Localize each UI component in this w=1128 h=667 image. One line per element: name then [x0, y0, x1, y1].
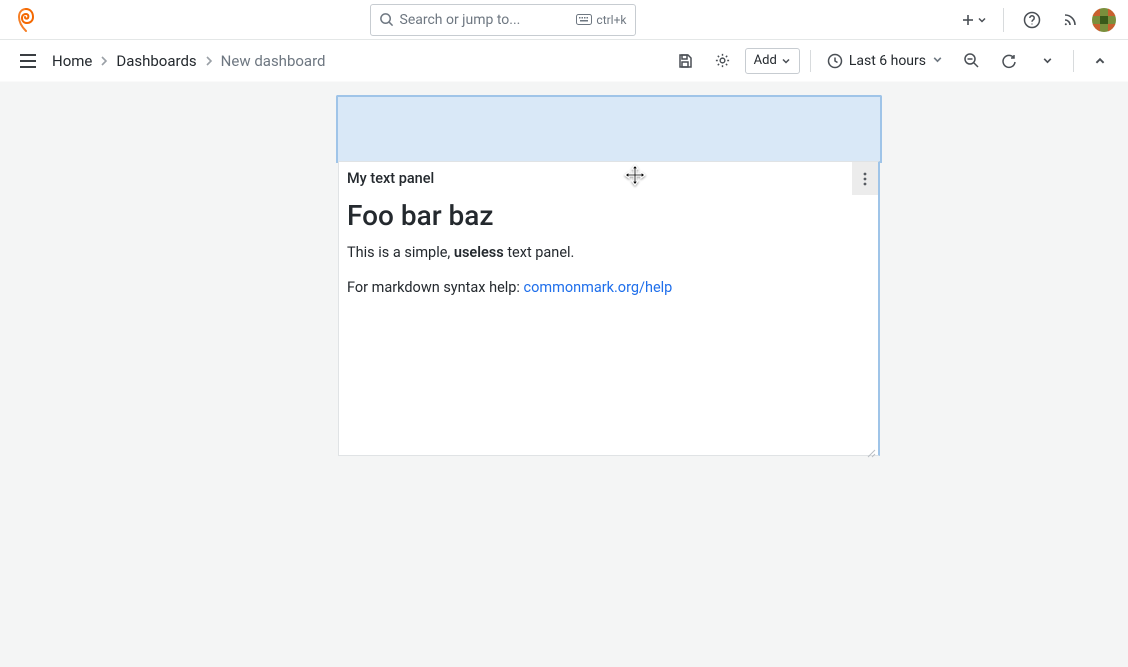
breadcrumb-current: New dashboard: [221, 52, 326, 70]
dashboard-canvas[interactable]: My text panel Foo bar baz This is a simp…: [0, 82, 1128, 667]
save-dashboard-button[interactable]: [669, 45, 701, 77]
zoom-out-icon: [963, 52, 980, 69]
rss-icon: [1062, 12, 1078, 28]
grafana-logo[interactable]: [12, 6, 40, 34]
panel-body: Foo bar baz This is a simple, useless te…: [339, 195, 878, 320]
panel-header[interactable]: My text panel: [339, 162, 878, 195]
topbar: Search or jump to... ctrl+k: [0, 0, 1128, 40]
dashboard-settings-button[interactable]: [707, 45, 739, 77]
panel-title: My text panel: [347, 170, 434, 187]
help-icon: [1023, 11, 1041, 29]
chevron-down-icon: [977, 15, 987, 25]
breadcrumb-sep: [205, 52, 213, 70]
user-avatar[interactable]: [1092, 8, 1116, 32]
search-shortcut: ctrl+k: [576, 13, 626, 27]
clock-icon: [827, 53, 843, 69]
time-range-label: Last 6 hours: [849, 53, 926, 69]
panel-heading: Foo bar baz: [347, 199, 870, 232]
collapse-button[interactable]: [1084, 45, 1116, 77]
gear-icon: [714, 52, 731, 69]
panel-paragraph-2: For markdown syntax help: commonmark.org…: [347, 277, 870, 298]
add-button-label: Add: [754, 53, 777, 68]
breadcrumb-sep: [100, 52, 108, 70]
subbar: Home Dashboards New dashboard Add Last 6…: [0, 40, 1128, 82]
zoom-out-button[interactable]: [955, 45, 987, 77]
menu-icon: [19, 54, 37, 68]
menu-toggle[interactable]: [12, 45, 44, 77]
create-menu[interactable]: [957, 4, 991, 36]
search-icon: [379, 12, 394, 27]
breadcrumb: Home Dashboards New dashboard: [52, 52, 325, 70]
add-button[interactable]: Add: [745, 48, 800, 74]
markdown-help-link[interactable]: commonmark.org/help: [524, 279, 673, 296]
search-placeholder: Search or jump to...: [400, 12, 577, 28]
panel-drop-target: [336, 95, 882, 163]
chevron-up-icon: [1094, 55, 1106, 67]
text-panel[interactable]: My text panel Foo bar baz This is a simp…: [338, 161, 880, 456]
breadcrumb-dashboards[interactable]: Dashboards: [116, 52, 196, 70]
refresh-icon: [1001, 53, 1017, 69]
chevron-down-icon: [781, 56, 791, 66]
time-range-picker[interactable]: Last 6 hours: [821, 53, 949, 69]
kebab-icon: [863, 172, 867, 186]
help-button[interactable]: [1016, 4, 1048, 36]
chevron-down-icon: [932, 54, 943, 65]
save-icon: [677, 53, 693, 69]
search-input[interactable]: Search or jump to... ctrl+k: [370, 4, 636, 36]
panel-paragraph-1: This is a simple, useless text panel.: [347, 242, 870, 263]
panel-menu-button[interactable]: [852, 162, 878, 195]
news-button[interactable]: [1054, 4, 1086, 36]
chevron-down-icon: [1042, 55, 1053, 66]
plus-icon: [961, 13, 975, 27]
panel-resize-handle[interactable]: [866, 443, 876, 453]
breadcrumb-home[interactable]: Home: [52, 52, 92, 70]
refresh-interval-picker[interactable]: [1031, 45, 1063, 77]
refresh-button[interactable]: [993, 45, 1025, 77]
